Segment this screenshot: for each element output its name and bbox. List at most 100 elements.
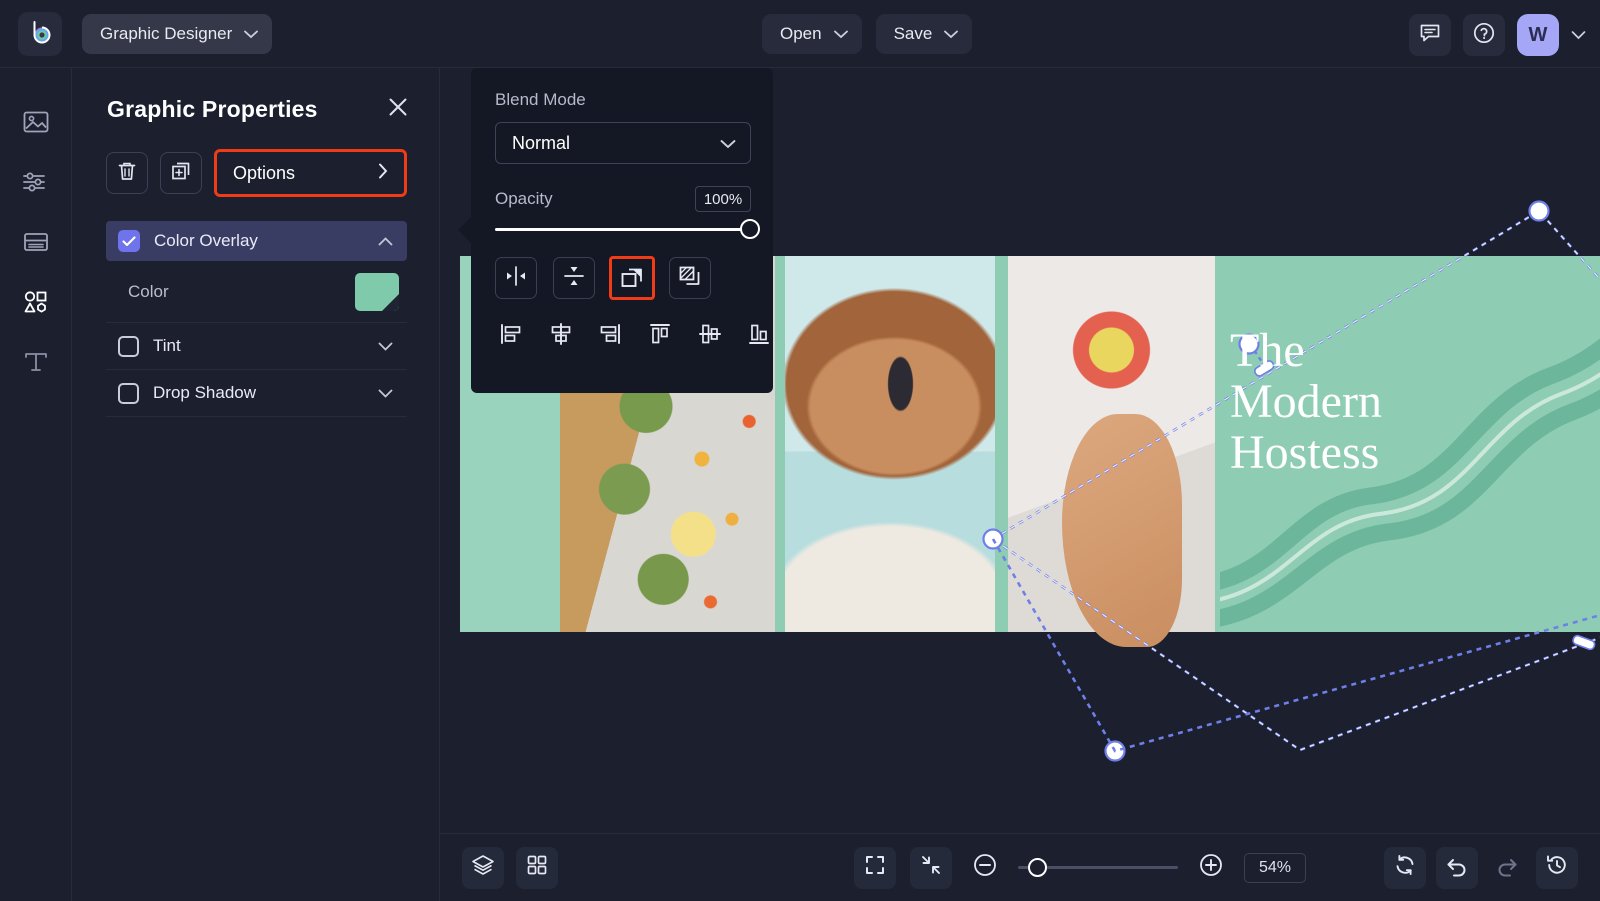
send-backward-icon [678, 265, 702, 292]
chevron-down-icon [244, 24, 258, 44]
opacity-label: Opacity [495, 189, 553, 209]
align-tools [471, 299, 773, 351]
section-drop-shadow-header[interactable]: Drop Shadow [106, 370, 407, 417]
panel-header: Graphic Properties [72, 68, 439, 123]
chevron-down-icon[interactable] [378, 386, 393, 401]
zoom-slider-knob[interactable] [1028, 858, 1047, 877]
flip-vertical-button[interactable] [553, 257, 595, 299]
sliders-icon [21, 167, 51, 202]
align-right-button[interactable] [596, 321, 624, 351]
save-label: Save [894, 24, 933, 44]
align-bottom-button[interactable] [745, 321, 773, 351]
graphic-properties-panel: Graphic Properties [72, 68, 440, 901]
blend-mode-select[interactable]: Normal [495, 122, 751, 164]
comment-button[interactable] [1409, 14, 1451, 56]
page-title: Graphic Properties [107, 96, 318, 123]
align-top-button[interactable] [646, 321, 674, 351]
delete-graphic-button[interactable] [106, 152, 148, 194]
zoom-controls: 54% [854, 847, 1306, 889]
woman-sunglasses-photo[interactable] [785, 256, 995, 632]
redo-button[interactable] [1488, 849, 1526, 887]
flip-horizontal-icon [504, 265, 528, 292]
cocktail-hand-photo[interactable] [1008, 256, 1215, 632]
account-menu-chevron-down-icon[interactable] [1571, 28, 1586, 43]
workspace-name: Graphic Designer [100, 24, 232, 44]
align-center-vertical-icon [698, 322, 722, 351]
open-label: Open [780, 24, 822, 44]
user-avatar[interactable]: W [1517, 14, 1559, 56]
align-left-button[interactable] [497, 321, 525, 351]
section-tint-header[interactable]: Tint [106, 323, 407, 370]
drop-shadow-checkbox[interactable] [118, 383, 139, 404]
duplicate-graphic-button[interactable] [160, 152, 202, 194]
history-controls [1384, 847, 1578, 889]
options-highlight: Options [214, 149, 407, 197]
chevron-down-icon[interactable] [378, 339, 393, 354]
opacity-slider-knob[interactable] [740, 219, 760, 239]
color-swatch[interactable] [355, 273, 399, 311]
headline-text[interactable]: The Modern Hostess [1230, 326, 1530, 479]
text-icon [21, 347, 51, 382]
tint-checkbox[interactable] [118, 336, 139, 357]
help-circle-icon [1472, 21, 1496, 50]
image-icon [21, 107, 51, 142]
resize-handle-top [1530, 202, 1549, 221]
refresh-icon [1393, 853, 1417, 882]
bottom-left-tools [462, 847, 558, 889]
send-backward-button[interactable] [669, 257, 711, 299]
zoom-in-button[interactable] [1192, 849, 1230, 887]
sidebar-item-shapes[interactable] [0, 274, 72, 334]
align-center-horizontal-icon [549, 322, 573, 351]
workspace-switcher[interactable]: Graphic Designer [82, 14, 272, 54]
top-bar: Graphic Designer Open Save [0, 0, 1600, 68]
avatar-initial: W [1529, 24, 1548, 47]
history-button[interactable] [1536, 847, 1578, 889]
sidebar-item-text[interactable] [0, 334, 72, 394]
app-logo-button[interactable] [18, 12, 62, 56]
layers-button[interactable] [462, 847, 504, 889]
redo-icon [1495, 853, 1519, 882]
panel-action-row: Options [72, 123, 439, 197]
fit-screen-button[interactable] [854, 847, 896, 889]
undo-button[interactable] [1436, 847, 1478, 889]
duplicate-icon [170, 160, 192, 187]
undo-icon [1445, 853, 1469, 882]
align-center-horizontal-button[interactable] [547, 321, 575, 351]
color-overlay-checkbox[interactable] [118, 230, 140, 252]
b-color-wheel-logo-icon [26, 18, 54, 51]
save-button[interactable]: Save [876, 14, 973, 54]
options-flyout: Blend Mode Normal Opacity 100% [471, 68, 773, 393]
zoom-out-button[interactable] [966, 849, 1004, 887]
bring-forward-button[interactable] [611, 257, 653, 299]
bottom-toolbar: 54% [440, 833, 1600, 901]
reset-button[interactable] [1384, 847, 1426, 889]
sidebar-item-layouts[interactable] [0, 214, 72, 274]
sidebar-item-images[interactable] [0, 94, 72, 154]
opacity-value[interactable]: 100% [695, 186, 751, 212]
opacity-row: Opacity 100% [471, 164, 773, 212]
close-panel-button[interactable] [387, 96, 409, 123]
align-top-icon [648, 322, 672, 351]
collapse-icon [920, 854, 942, 881]
options-button[interactable]: Options [219, 154, 402, 192]
sidebar-item-adjustments[interactable] [0, 154, 72, 214]
layers-icon [471, 853, 495, 882]
zoom-slider[interactable] [1018, 866, 1178, 869]
file-actions: Open Save [762, 14, 972, 54]
flip-horizontal-button[interactable] [495, 257, 537, 299]
open-button[interactable]: Open [762, 14, 862, 54]
align-center-vertical-button[interactable] [696, 321, 724, 351]
opacity-slider[interactable] [495, 228, 751, 231]
shapes-icon [21, 287, 51, 322]
chevron-up-icon[interactable] [378, 234, 393, 249]
zoom-level-value[interactable]: 54% [1244, 853, 1306, 883]
collapse-view-button[interactable] [910, 847, 952, 889]
comment-icon [1419, 22, 1441, 49]
align-right-icon [598, 322, 622, 351]
fit-screen-icon [864, 854, 886, 881]
help-button[interactable] [1463, 14, 1505, 56]
section-color-overlay-header[interactable]: Color Overlay [106, 221, 407, 261]
grid-view-button[interactable] [516, 847, 558, 889]
color-overlay-label: Color Overlay [154, 231, 364, 251]
trash-icon [116, 160, 138, 187]
